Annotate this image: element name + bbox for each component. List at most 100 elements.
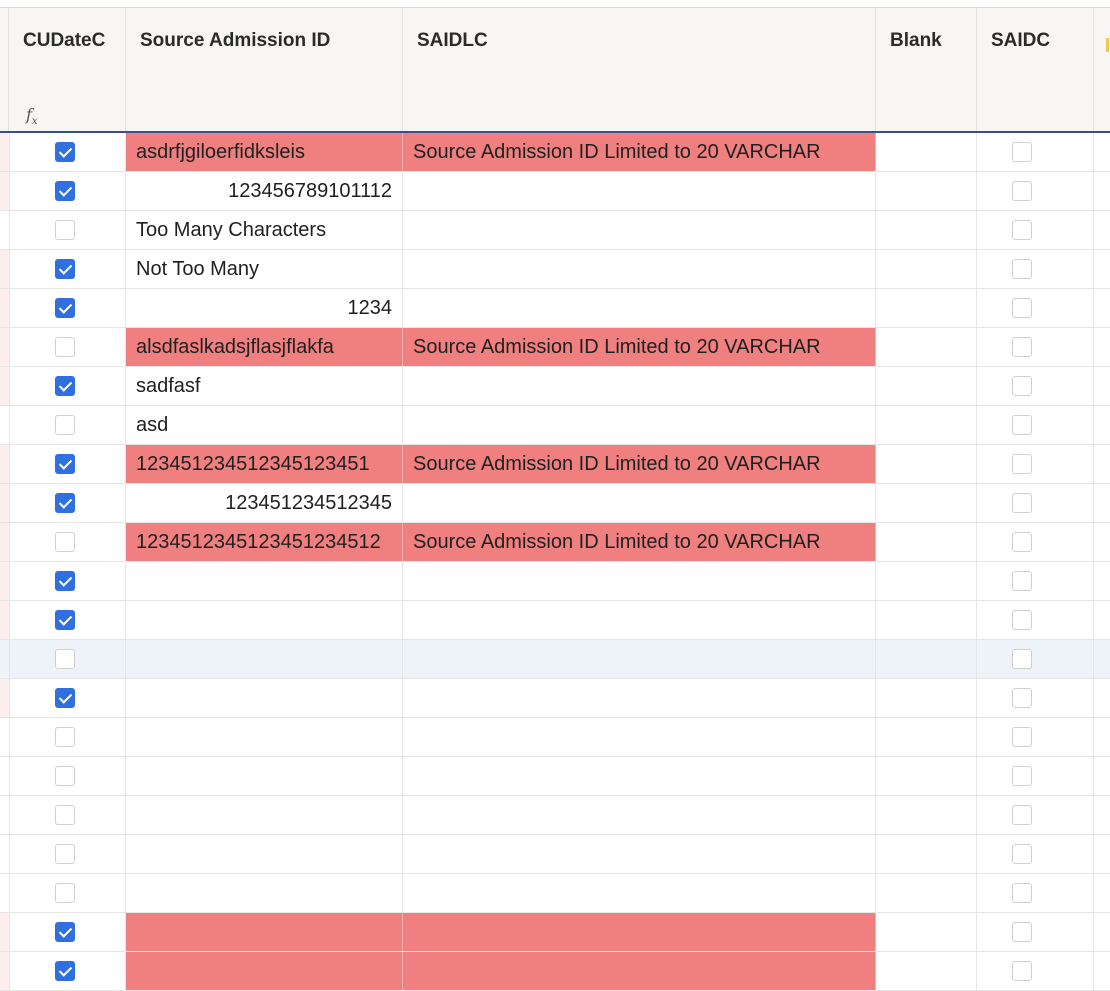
cudatec-checkbox[interactable] <box>55 337 75 357</box>
saidlc-cell[interactable]: Source Admission ID Limited to 20 VARCHA… <box>403 328 876 366</box>
source-admission-id-cell[interactable]: sadfasf <box>126 367 403 405</box>
saidc-checkbox[interactable] <box>1012 922 1032 942</box>
next-column-cell[interactable] <box>1094 874 1110 912</box>
source-admission-id-cell[interactable]: Not Too Many <box>126 250 403 288</box>
source-admission-id-cell[interactable] <box>126 796 403 834</box>
cudatec-checkbox[interactable] <box>55 805 75 825</box>
cudatec-checkbox[interactable] <box>55 610 75 630</box>
saidlc-cell[interactable]: Source Admission ID Limited to 20 VARCHA… <box>403 523 876 561</box>
saidc-checkbox[interactable] <box>1012 493 1032 513</box>
next-column-cell[interactable] <box>1094 835 1110 873</box>
table-row[interactable]: asdrfjgiloerfidksleis Source Admission ID… <box>0 133 1110 172</box>
next-column-cell[interactable] <box>1094 211 1110 249</box>
source-admission-id-cell[interactable]: asdrfjgiloerfidksleis <box>126 133 403 171</box>
cudatec-checkbox[interactable] <box>55 181 75 201</box>
next-column-cell[interactable] <box>1094 328 1110 366</box>
blank-cell[interactable] <box>876 640 977 678</box>
cudatec-checkbox[interactable] <box>55 766 75 786</box>
blank-cell[interactable] <box>876 523 977 561</box>
blank-cell[interactable] <box>876 874 977 912</box>
blank-cell[interactable] <box>876 757 977 795</box>
next-column-cell[interactable] <box>1094 172 1110 210</box>
saidc-checkbox[interactable] <box>1012 181 1032 201</box>
table-row[interactable]: 1234 <box>0 289 1110 328</box>
saidlc-cell[interactable] <box>403 913 876 951</box>
source-admission-id-cell[interactable] <box>126 640 403 678</box>
cudatec-checkbox[interactable] <box>55 571 75 591</box>
blank-cell[interactable] <box>876 562 977 600</box>
saidlc-cell[interactable] <box>403 601 876 639</box>
saidlc-cell[interactable]: Source Admission ID Limited to 20 VARCHA… <box>403 445 876 483</box>
cudatec-checkbox[interactable] <box>55 883 75 903</box>
saidc-checkbox[interactable] <box>1012 376 1032 396</box>
blank-cell[interactable] <box>876 445 977 483</box>
blank-cell[interactable] <box>876 913 977 951</box>
saidlc-cell[interactable] <box>403 757 876 795</box>
table-row[interactable] <box>0 640 1110 679</box>
saidlc-cell[interactable] <box>403 952 876 990</box>
source-admission-id-cell[interactable]: asd <box>126 406 403 444</box>
column-header-saidc[interactable]: SAIDC <box>977 8 1094 131</box>
saidlc-cell[interactable] <box>403 250 876 288</box>
source-admission-id-cell[interactable]: 123451234512345 <box>126 484 403 522</box>
saidc-checkbox[interactable] <box>1012 142 1032 162</box>
saidlc-cell[interactable] <box>403 796 876 834</box>
table-row[interactable]: asd <box>0 406 1110 445</box>
table-row[interactable]: 123451234512345123451 Source Admission ID… <box>0 445 1110 484</box>
next-column-cell[interactable] <box>1094 757 1110 795</box>
saidc-checkbox[interactable] <box>1012 454 1032 474</box>
table-row[interactable] <box>0 562 1110 601</box>
column-header-next[interactable] <box>1094 8 1110 131</box>
next-column-cell[interactable] <box>1094 484 1110 522</box>
table-row[interactable]: 123451234512345 <box>0 484 1110 523</box>
table-row[interactable] <box>0 796 1110 835</box>
source-admission-id-cell[interactable] <box>126 718 403 756</box>
next-column-cell[interactable] <box>1094 133 1110 171</box>
saidlc-cell[interactable] <box>403 484 876 522</box>
blank-cell[interactable] <box>876 328 977 366</box>
saidc-checkbox[interactable] <box>1012 961 1032 981</box>
next-column-cell[interactable] <box>1094 406 1110 444</box>
blank-cell[interactable] <box>876 484 977 522</box>
table-row[interactable] <box>0 952 1110 991</box>
blank-cell[interactable] <box>876 367 977 405</box>
source-admission-id-cell[interactable] <box>126 835 403 873</box>
table-row[interactable] <box>0 718 1110 757</box>
cudatec-checkbox[interactable] <box>55 376 75 396</box>
cudatec-checkbox[interactable] <box>55 961 75 981</box>
blank-cell[interactable] <box>876 835 977 873</box>
saidc-checkbox[interactable] <box>1012 415 1032 435</box>
blank-cell[interactable] <box>876 718 977 756</box>
saidlc-cell[interactable] <box>403 835 876 873</box>
cudatec-checkbox[interactable] <box>55 532 75 552</box>
table-row[interactable]: 1234512345123451234512 Source Admission I… <box>0 523 1110 562</box>
table-row[interactable]: alsdfaslkadsjflasjflakfa Source Admission… <box>0 328 1110 367</box>
saidc-checkbox[interactable] <box>1012 844 1032 864</box>
blank-cell[interactable] <box>876 406 977 444</box>
saidc-checkbox[interactable] <box>1012 688 1032 708</box>
next-column-cell[interactable] <box>1094 679 1110 717</box>
next-column-cell[interactable] <box>1094 367 1110 405</box>
table-row[interactable]: 123456789101112 <box>0 172 1110 211</box>
cudatec-checkbox[interactable] <box>55 454 75 474</box>
blank-cell[interactable] <box>876 601 977 639</box>
next-column-cell[interactable] <box>1094 289 1110 327</box>
source-admission-id-cell[interactable] <box>126 562 403 600</box>
next-column-cell[interactable] <box>1094 913 1110 951</box>
saidc-checkbox[interactable] <box>1012 259 1032 279</box>
cudatec-checkbox[interactable] <box>55 415 75 435</box>
source-admission-id-cell[interactable]: alsdfaslkadsjflasjflakfa <box>126 328 403 366</box>
next-column-cell[interactable] <box>1094 796 1110 834</box>
cudatec-checkbox[interactable] <box>55 727 75 747</box>
source-admission-id-cell[interactable] <box>126 757 403 795</box>
source-admission-id-cell[interactable]: Too Many Characters <box>126 211 403 249</box>
fx-icon[interactable]: fx <box>26 105 38 127</box>
blank-cell[interactable] <box>876 250 977 288</box>
saidc-checkbox[interactable] <box>1012 532 1032 552</box>
next-column-cell[interactable] <box>1094 718 1110 756</box>
saidlc-cell[interactable] <box>403 367 876 405</box>
saidlc-cell[interactable] <box>403 718 876 756</box>
cudatec-checkbox[interactable] <box>55 259 75 279</box>
next-column-cell[interactable] <box>1094 250 1110 288</box>
saidc-checkbox[interactable] <box>1012 766 1032 786</box>
